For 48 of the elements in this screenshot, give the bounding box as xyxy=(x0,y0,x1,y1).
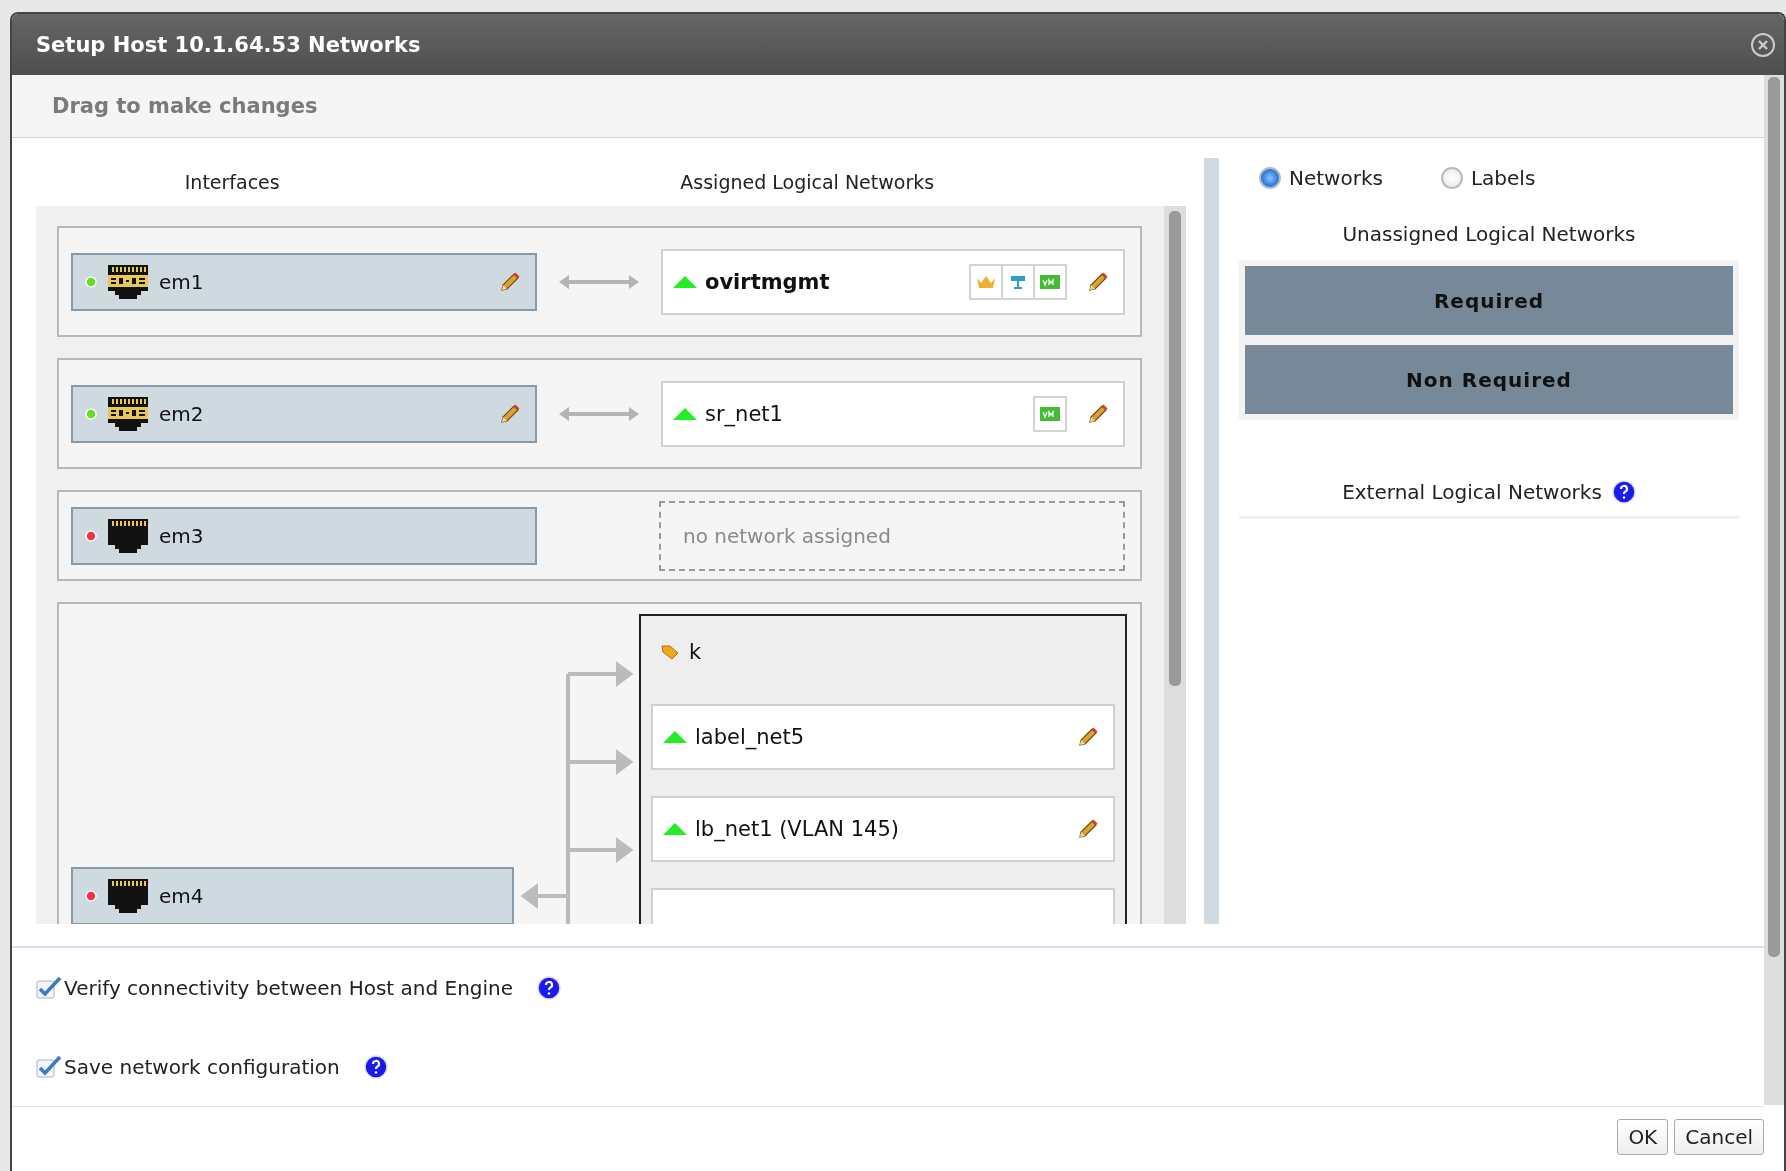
window-title: Setup Host 10.1.64.53 Networks xyxy=(36,32,421,57)
help-icon[interactable] xyxy=(363,1054,388,1079)
dialog-button[interactable]: Cancel xyxy=(1674,1119,1764,1155)
checkbox-label[interactable]: Verify connectivity between Host and Engine xyxy=(36,975,514,1000)
pencil-icon[interactable] xyxy=(1077,818,1099,840)
interface-item[interactable]: em4 xyxy=(71,867,514,924)
interface-item[interactable]: em3 xyxy=(71,506,537,565)
help-icon[interactable] xyxy=(537,975,562,1000)
close-icon[interactable] xyxy=(1750,31,1776,58)
drag-hint: Drag to make changes xyxy=(52,94,318,118)
interface-name: em2 xyxy=(159,401,205,426)
interface-item[interactable]: em1 xyxy=(71,252,537,311)
pencil-icon[interactable] xyxy=(1087,402,1109,425)
pencil-icon[interactable] xyxy=(499,270,521,293)
interface-item[interactable]: em2 xyxy=(71,384,537,443)
pencil-icon[interactable] xyxy=(1087,270,1109,293)
interface-name: em4 xyxy=(159,884,205,908)
tag-icon xyxy=(661,644,679,660)
network-bucket[interactable]: Non Required xyxy=(1245,345,1733,414)
network-item[interactable]: lb_net1 (VLAN 145) xyxy=(651,796,1115,862)
empty-slot-text: no network assigned xyxy=(683,523,891,548)
checkbox[interactable] xyxy=(36,1054,62,1079)
network-bucket[interactable]: Required xyxy=(1245,266,1733,335)
radio-button[interactable]: Networks xyxy=(1259,166,1383,190)
network-name: label_net5 xyxy=(695,725,806,749)
network-name: ovirtmgmt xyxy=(705,269,831,294)
column-header: Assigned Logical Networks xyxy=(679,171,936,193)
network-item[interactable]: sr_net1 xyxy=(661,380,1125,447)
network-name: lb_net1 (VLAN 145) xyxy=(695,817,900,841)
network-name: sr_net1 xyxy=(705,401,784,426)
section-title: External Logical Networks xyxy=(1342,480,1602,504)
help-icon[interactable] xyxy=(1611,480,1636,504)
scrollbar[interactable] xyxy=(1764,75,1784,1105)
label-name: k xyxy=(689,640,702,664)
network-item[interactable]: ovirtmgmt xyxy=(661,248,1125,315)
pencil-icon[interactable] xyxy=(1077,726,1099,748)
pencil-icon[interactable] xyxy=(499,402,521,425)
label-group[interactable]: k label_net5 lb_net1 (VLAN 145) xyxy=(639,614,1127,924)
checkbox-label[interactable]: Save network configuration xyxy=(36,1054,340,1079)
dialog-button[interactable]: OK xyxy=(1617,1119,1669,1155)
checkbox[interactable] xyxy=(36,975,62,1000)
radio-button[interactable]: Labels xyxy=(1440,166,1536,190)
column-header: Interfaces xyxy=(183,171,281,193)
network-item[interactable]: label_net5 xyxy=(651,704,1115,770)
section-title: Unassigned Logical Networks xyxy=(1341,222,1637,246)
interface-name: em3 xyxy=(159,523,205,548)
scrollbar[interactable] xyxy=(1164,206,1186,924)
interface-name: em1 xyxy=(159,269,205,294)
